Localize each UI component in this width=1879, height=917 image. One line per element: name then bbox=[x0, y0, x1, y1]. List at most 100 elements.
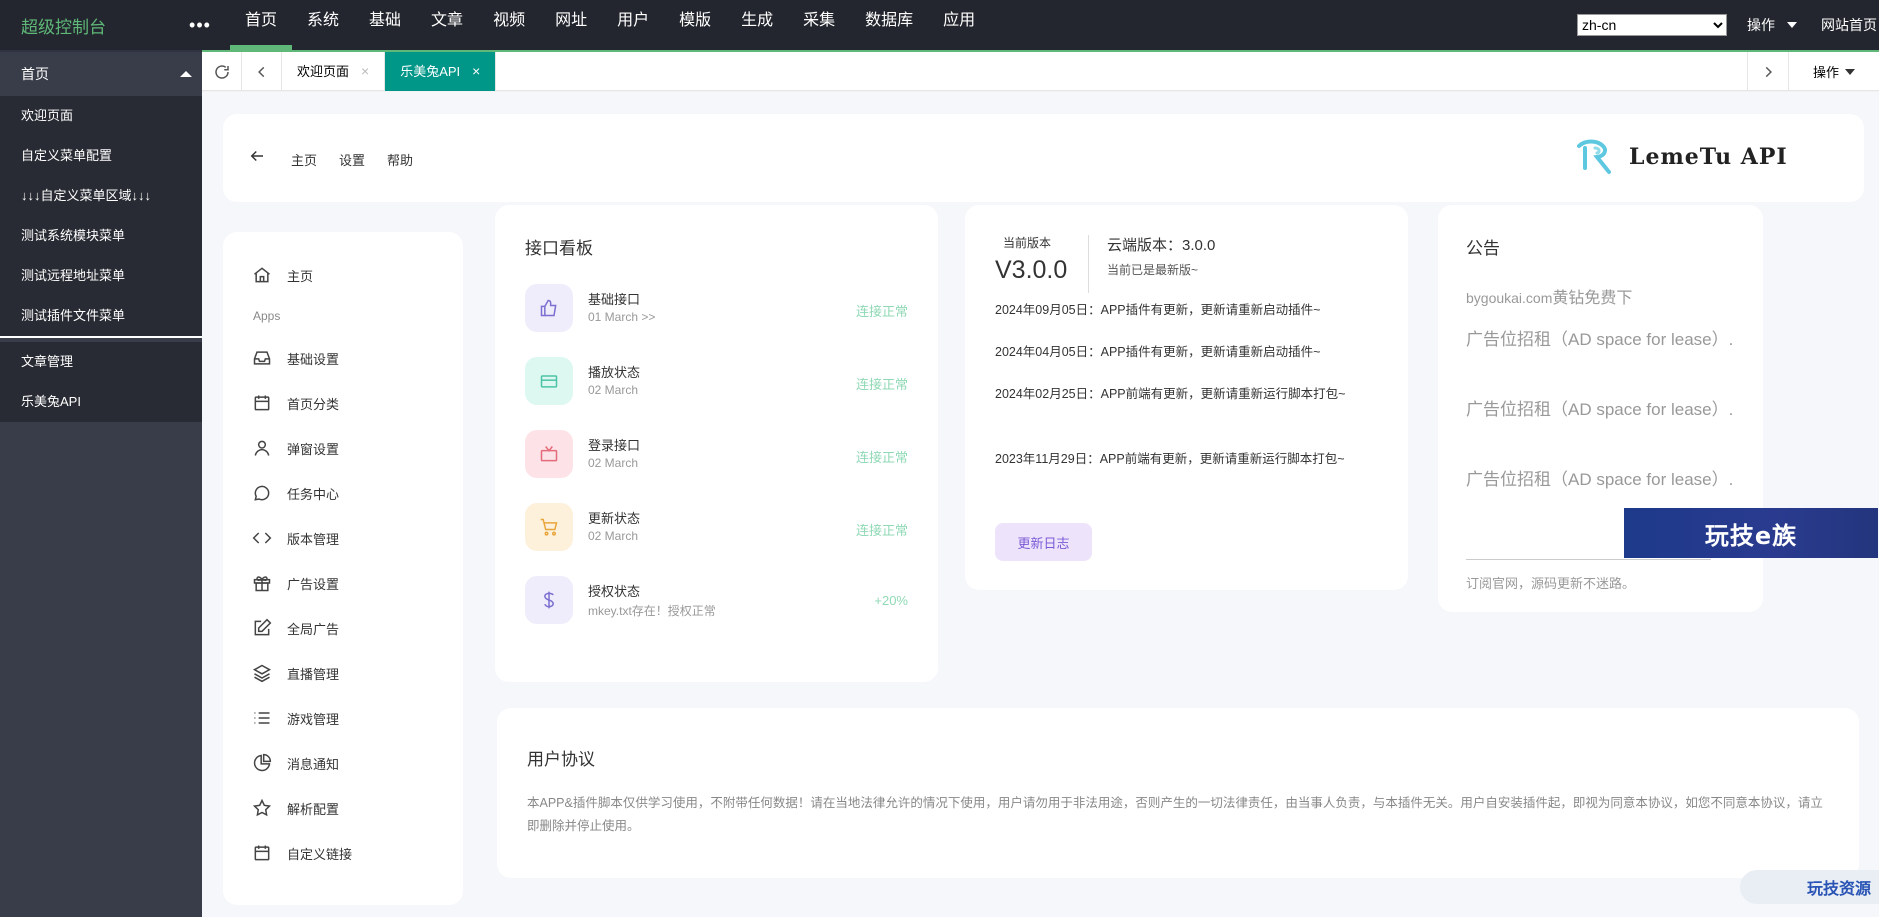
api-date: 02 March bbox=[588, 456, 639, 470]
brand-logo: LemeTu API bbox=[1575, 138, 1788, 176]
header-link-home[interactable]: 主页 bbox=[291, 150, 317, 169]
more-menu-button[interactable]: ••• bbox=[180, 15, 220, 36]
sidebar-item-lemetu-api[interactable]: 乐美兔API bbox=[0, 382, 202, 422]
tab-operations-menu[interactable]: 操作 bbox=[1789, 52, 1879, 91]
chevron-right-icon bbox=[1765, 66, 1772, 77]
sidebar-item-test-plugin[interactable]: 测试插件文件菜单 bbox=[0, 296, 202, 336]
sidebar-item-custom-menu[interactable]: 自定义菜单配置 bbox=[0, 136, 202, 176]
menu-item-label: 版本管理 bbox=[287, 531, 340, 547]
notice-divider bbox=[1466, 559, 1711, 560]
refresh-button[interactable] bbox=[202, 52, 242, 91]
menu-item-task-center[interactable]: 任务中心 bbox=[251, 482, 339, 504]
menu-item-live-management[interactable]: 直播管理 bbox=[251, 662, 339, 684]
agreement-title: 用户协议 bbox=[527, 750, 595, 769]
inbox-icon bbox=[251, 347, 273, 369]
top-nav-collect[interactable]: 采集 bbox=[788, 0, 850, 50]
top-nav-video[interactable]: 视频 bbox=[478, 0, 540, 50]
notice-title: 公告 bbox=[1466, 239, 1500, 258]
tab-bar-right: 操作 bbox=[1747, 52, 1879, 91]
top-nav-article[interactable]: 文章 bbox=[416, 0, 478, 50]
top-nav-apps[interactable]: 应用 bbox=[928, 0, 990, 50]
api-row[interactable]: 基础接口 01 March >> 连接正常 bbox=[525, 284, 908, 334]
api-row[interactable]: 登录接口 02 March 连接正常 bbox=[525, 430, 908, 480]
tab-welcome[interactable]: 欢迎页面 × bbox=[282, 52, 386, 91]
menu-item-label: 基础设置 bbox=[287, 351, 340, 367]
update-log-entry: 2024年02月25日：APP前端有更新，更新请重新运行脚本打包~ bbox=[995, 387, 1346, 401]
tab-operations-label: 操作 bbox=[1812, 65, 1839, 80]
site-home-link[interactable]: 网站首页 bbox=[1821, 15, 1877, 35]
api-row[interactable]: 播放状态 02 March 连接正常 bbox=[525, 357, 908, 407]
menu-item-version-management[interactable]: 版本管理 bbox=[251, 527, 339, 549]
top-nav-basic[interactable]: 基础 bbox=[354, 0, 416, 50]
top-nav-system[interactable]: 系统 bbox=[292, 0, 354, 50]
top-operations-menu[interactable]: 操作 bbox=[1747, 15, 1797, 35]
api-name: 播放状态 bbox=[588, 365, 641, 380]
back-button[interactable] bbox=[248, 147, 266, 170]
watermark-banner: 玩技e族 bbox=[1624, 508, 1878, 558]
update-log-entry: 2023年11月29日：APP前端有更新，更新请重新运行脚本打包~ bbox=[995, 452, 1345, 466]
chat-icon bbox=[251, 482, 273, 504]
top-nav-user[interactable]: 用户 bbox=[602, 0, 664, 50]
sidebar-item-articles[interactable]: 文章管理 bbox=[0, 342, 202, 382]
dollar-icon bbox=[525, 576, 573, 624]
menu-item-custom-links[interactable]: 自定义链接 bbox=[251, 842, 352, 864]
cart-icon bbox=[525, 503, 573, 551]
menu-item-label: 游戏管理 bbox=[287, 711, 340, 727]
api-board-card: 接口看板 基础接口 01 March >> 连接正常 播放状态 02 March… bbox=[495, 205, 938, 682]
home-icon bbox=[251, 264, 273, 286]
sidebar-item-welcome[interactable]: 欢迎页面 bbox=[0, 96, 202, 136]
tab-lemetu-api[interactable]: 乐美兔API × bbox=[385, 52, 497, 91]
menu-item-ad-settings[interactable]: 广告设置 bbox=[251, 572, 339, 594]
header-links: 主页 设置 帮助 bbox=[291, 150, 413, 169]
menu-item-home-category[interactable]: 首页分类 bbox=[251, 392, 339, 414]
sidebar-group-home: 首页 欢迎页面 自定义菜单配置 ↓↓↓自定义菜单区域↓↓↓ 测试系统模块菜单 测… bbox=[0, 50, 202, 336]
api-status: 连接正常 bbox=[855, 304, 908, 319]
api-row[interactable]: 授权状态 mkey.txt存在！授权正常 +20% bbox=[525, 576, 908, 626]
top-nav: 首页 系统 基础 文章 视频 网址 用户 模版 生成 采集 数据库 应用 bbox=[230, 0, 990, 50]
top-nav-url[interactable]: 网址 bbox=[540, 0, 602, 50]
header-link-help[interactable]: 帮助 bbox=[387, 150, 413, 169]
update-log-entry: 2024年04月05日：APP插件有更新，更新请重新启动插件~ bbox=[995, 345, 1321, 359]
close-icon[interactable]: × bbox=[472, 63, 480, 79]
sidebar-group-title[interactable]: 首页 bbox=[0, 52, 202, 96]
top-nav-generate[interactable]: 生成 bbox=[726, 0, 788, 50]
sidebar-item-test-system[interactable]: 测试系统模块菜单 bbox=[0, 216, 202, 256]
notice-promo-site: bygoukai.com bbox=[1466, 290, 1553, 306]
api-row[interactable]: 更新状态 02 March 连接正常 bbox=[525, 503, 908, 553]
chevron-left-icon bbox=[257, 66, 264, 77]
close-icon[interactable]: × bbox=[361, 63, 369, 79]
tabs-next-button[interactable] bbox=[1747, 52, 1789, 91]
changelog-button[interactable]: 更新日志 bbox=[995, 523, 1092, 561]
menu-item-game-management[interactable]: 游戏管理 bbox=[251, 707, 339, 729]
menu-item-notifications[interactable]: 消息通知 bbox=[251, 752, 339, 774]
api-name: 授权状态 bbox=[588, 584, 641, 599]
top-nav-home[interactable]: 首页 bbox=[230, 0, 293, 50]
star-icon bbox=[251, 797, 273, 819]
api-status: 连接正常 bbox=[855, 377, 908, 392]
menu-item-parse-config[interactable]: 解析配置 bbox=[251, 797, 339, 819]
notice-promo[interactable]: bygoukai.com黄钻免费下 bbox=[1466, 284, 1632, 308]
language-select[interactable]: zh-cn bbox=[1577, 14, 1727, 36]
card-icon bbox=[525, 357, 573, 405]
cloud-version-label: 云端版本： bbox=[1107, 237, 1183, 254]
menu-item-global-ad[interactable]: 全局广告 bbox=[251, 617, 339, 639]
api-status: +20% bbox=[874, 593, 908, 608]
menu-item-basic-settings[interactable]: 基础设置 bbox=[251, 347, 339, 369]
header-link-settings[interactable]: 设置 bbox=[339, 150, 365, 169]
app-logo[interactable]: 超级控制台 bbox=[0, 13, 172, 38]
notice-ad-line: 广告位招租（AD space for lease）. bbox=[1466, 470, 1734, 489]
api-status: 连接正常 bbox=[855, 523, 908, 538]
agreement-text: 本APP&插件脚本仅供学习使用，不附带任何数据！请在当地法律允许的情况下使用，用… bbox=[527, 796, 1823, 833]
layers-icon bbox=[251, 662, 273, 684]
sidebar-item-test-remote[interactable]: 测试远程地址菜单 bbox=[0, 256, 202, 296]
menu-item-label: 全局广告 bbox=[287, 621, 340, 637]
notice-ad-line: 广告位招租（AD space for lease）. bbox=[1466, 400, 1734, 419]
menu-item-home[interactable]: 主页 bbox=[251, 264, 313, 286]
notice-footer: 订阅官网，源码更新不迷路。 bbox=[1466, 576, 1636, 591]
sidebar-item-custom-area[interactable]: ↓↓↓自定义菜单区域↓↓↓ bbox=[0, 176, 202, 216]
menu-item-label: 主页 bbox=[287, 268, 314, 284]
menu-item-popup-settings[interactable]: 弹窗设置 bbox=[251, 437, 339, 459]
top-nav-database[interactable]: 数据库 bbox=[850, 0, 928, 50]
top-nav-template[interactable]: 模版 bbox=[664, 0, 726, 50]
tabs-prev-button[interactable] bbox=[242, 52, 282, 91]
